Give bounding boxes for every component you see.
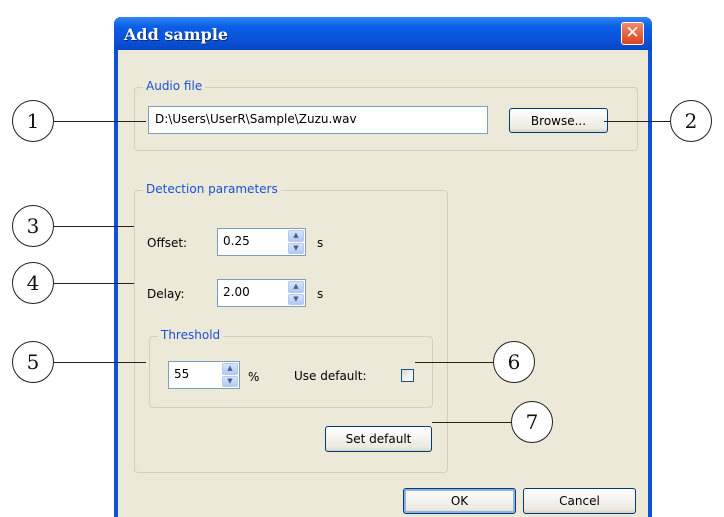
use-default-label: Use default: [294,369,367,383]
callout-2-leader [604,121,670,122]
close-button[interactable]: ✕ [621,22,644,45]
use-default-checkbox[interactable] [401,369,414,382]
audio-file-path-input[interactable]: D:\Users\UserR\Sample\Zuzu.wav [148,106,488,134]
delay-label: Delay: [147,287,185,301]
callout-3: 3 [12,205,54,247]
offset-label: Offset: [147,236,188,250]
threshold-value: 55 [174,367,190,381]
threshold-unit: % [248,370,260,384]
cancel-button[interactable]: Cancel [523,488,636,514]
delay-down-arrow-icon[interactable]: ▼ [288,293,304,305]
threshold-down-arrow-icon[interactable]: ▼ [222,375,238,387]
delay-unit: s [317,287,324,301]
delay-up-arrow-icon[interactable]: ▲ [288,281,304,293]
threshold-legend: Threshold [158,328,224,342]
dialog-title: Add sample [124,25,229,44]
delay-value: 2.00 [223,285,250,299]
close-icon: ✕ [625,23,640,43]
callout-6-leader [415,362,493,363]
threshold-up-arrow-icon[interactable]: ▲ [222,363,238,375]
threshold-spinner[interactable]: 55 ▲ ▼ [168,361,240,389]
callout-1-leader [54,121,146,122]
offset-unit: s [317,236,324,250]
ok-button[interactable]: OK [403,488,516,514]
detection-parameters-legend: Detection parameters [143,182,281,196]
callout-4-leader [54,283,134,284]
add-sample-dialog: Add sample ✕ Audio file D:\Users\UserR\S… [114,17,652,517]
offset-value: 0.25 [223,234,250,248]
title-bar[interactable]: Add sample ✕ [114,17,652,50]
callout-1: 1 [12,100,54,142]
browse-button[interactable]: Browse... [509,108,608,133]
offset-up-arrow-icon[interactable]: ▲ [288,230,304,242]
callout-4: 4 [12,262,54,304]
callout-3-leader [54,226,134,227]
set-default-button[interactable]: Set default [325,426,432,452]
audio-file-legend: Audio file [143,79,206,93]
offset-down-arrow-icon[interactable]: ▼ [288,242,304,254]
delay-spinner[interactable]: 2.00 ▲ ▼ [217,279,306,307]
dialog-client-area: Audio file D:\Users\UserR\Sample\Zuzu.wa… [118,50,648,517]
callout-5: 5 [12,341,54,383]
callout-5-leader [54,362,146,363]
offset-spinner[interactable]: 0.25 ▲ ▼ [217,228,306,256]
callout-7-leader [432,422,511,423]
callout-6: 6 [493,341,535,383]
callout-2: 2 [670,100,712,142]
callout-7: 7 [511,401,553,443]
